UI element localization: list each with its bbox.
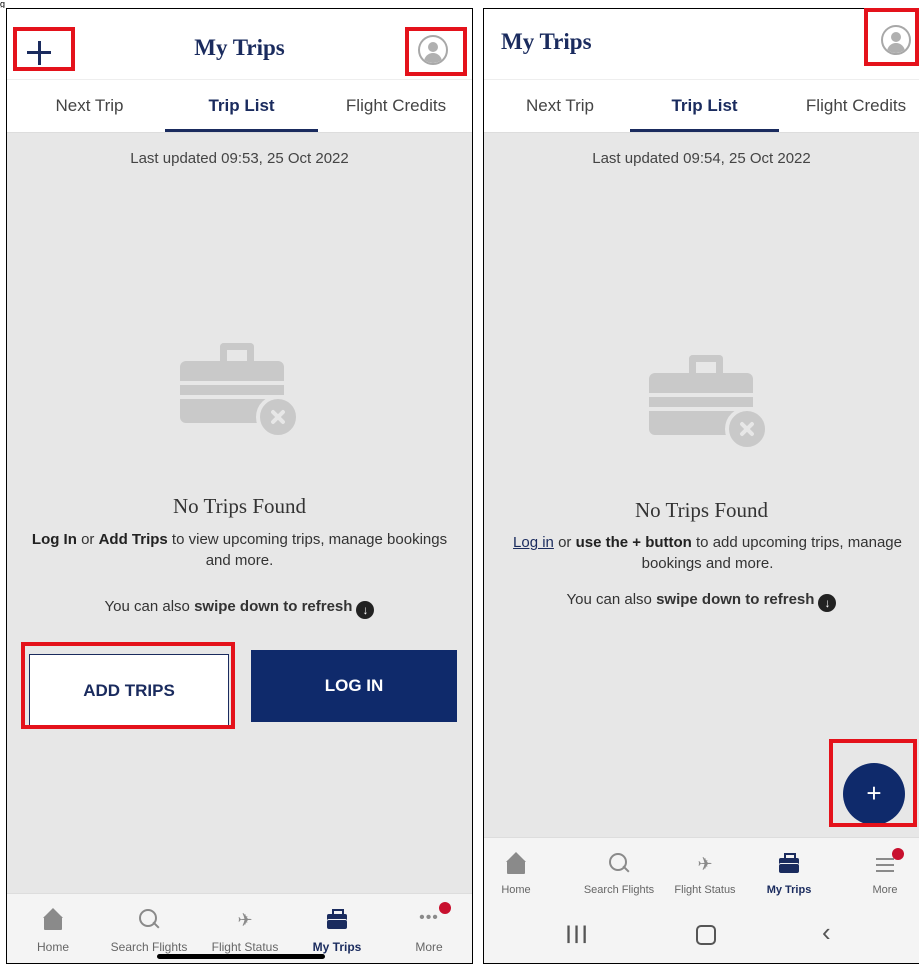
more-dots-icon: ••• — [419, 909, 439, 926]
empty-message: Log in or use the + button to add upcomi… — [508, 532, 907, 574]
nav-search-flights[interactable]: Search Flights — [111, 894, 187, 963]
luggage-x-icon — [649, 355, 773, 451]
nav-more[interactable]: ••• More — [403, 894, 455, 963]
flight-status-icon: ✈ — [237, 910, 253, 930]
nav-label: More — [415, 940, 443, 954]
swipe-bold: swipe down to refresh — [194, 598, 353, 615]
nav-label: My Trips — [766, 884, 812, 896]
tab-flight-credits[interactable]: Flight Credits — [788, 80, 919, 132]
tab-trip-list[interactable]: Trip List — [630, 80, 779, 132]
tab-flight-credits[interactable]: Flight Credits — [318, 80, 472, 132]
nav-label: Flight Status — [674, 884, 736, 896]
page-title: My Trips — [501, 29, 592, 54]
nav-label: Home — [501, 884, 531, 896]
nav-flight-status[interactable]: ✈ Flight Status — [212, 894, 279, 963]
tab-label: Next Trip — [525, 96, 595, 115]
login-link[interactable]: Log In — [32, 531, 77, 548]
swipe-hint: You can also swipe down to refresh ↓ — [7, 598, 472, 619]
swipe-hint: You can also swipe down to refresh ↓ — [484, 591, 919, 612]
empty-title: No Trips Found — [172, 494, 307, 518]
search-icon — [137, 908, 161, 932]
header: My Trips — [7, 9, 472, 79]
add-trips-button[interactable]: ADD TRIPS — [29, 654, 229, 726]
use-plus-text: use the + button — [575, 534, 692, 551]
refresh-down-icon: ↓ — [356, 601, 375, 619]
flight-status-icon: ✈ — [697, 854, 713, 874]
add-trip-fab[interactable]: + — [843, 763, 905, 825]
empty-message: Log In or Add Trips to view upcoming tri… — [25, 529, 454, 571]
trip-list-content: Last updated 09:53, 25 Oct 2022 No Trips… — [7, 133, 472, 893]
luggage-x-icon — [180, 343, 304, 439]
notification-badge — [439, 902, 451, 914]
tab-label: Next Trip — [55, 96, 124, 115]
refresh-down-icon: ↓ — [818, 594, 837, 612]
nav-label: More — [872, 884, 898, 896]
tab-bar: Next Trip Trip List Flight Credits — [484, 79, 919, 133]
tab-underline — [630, 129, 779, 132]
bottom-nav: Home Search Flights ✈ Flight Status My Tr… — [7, 893, 472, 963]
recent-apps-icon[interactable]: ||| — [566, 923, 590, 944]
home-icon — [504, 852, 528, 876]
nav-home[interactable]: Home — [496, 838, 536, 907]
nav-label: Home — [36, 940, 69, 954]
login-link[interactable]: Log in — [513, 534, 554, 551]
figure-label: g — [0, 0, 6, 8]
nav-label: Flight Status — [211, 940, 279, 954]
swipe-prefix: You can also — [566, 591, 657, 608]
page-title: My Trips — [194, 35, 285, 60]
empty-title: No Trips Found — [634, 498, 769, 522]
nav-search-flights[interactable]: Search Flights — [584, 838, 654, 907]
nav-flight-status[interactable]: ✈ Flight Status — [674, 838, 736, 907]
system-nav-bar: ||| ‹ — [484, 907, 919, 963]
tab-next-trip[interactable]: Next Trip — [484, 80, 636, 132]
bottom-nav: Home Search Flights ✈ Flight Status My Tr… — [484, 837, 919, 907]
right-screen: My Trips Next Trip Trip List Flight Cred… — [483, 8, 919, 964]
trip-list-content: Last updated 09:54, 25 Oct 2022 No Trips… — [484, 133, 919, 837]
suitcase-icon — [777, 852, 801, 876]
system-home-icon[interactable] — [696, 925, 716, 945]
message-text: or — [553, 534, 576, 551]
message-text: or — [76, 531, 99, 548]
home-indicator — [157, 954, 325, 959]
swipe-bold: swipe down to refresh — [656, 591, 815, 608]
header: My Trips — [484, 9, 919, 79]
nav-label: My Trips — [312, 940, 362, 954]
home-icon — [41, 908, 65, 932]
tab-underline — [165, 129, 318, 132]
nav-my-trips[interactable]: My Trips — [307, 894, 367, 963]
suitcase-icon — [325, 908, 349, 932]
tab-label: Trip List — [208, 96, 275, 115]
login-button[interactable]: LOG IN — [251, 650, 457, 722]
swipe-prefix: You can also — [104, 598, 195, 615]
tab-label: Trip List — [671, 96, 738, 115]
back-icon[interactable]: ‹ — [822, 917, 831, 948]
tab-label: Flight Credits — [805, 96, 907, 115]
profile-icon[interactable] — [418, 35, 448, 65]
notification-badge — [892, 848, 904, 860]
add-trips-link[interactable]: Add Trips — [99, 531, 168, 548]
tab-label: Flight Credits — [345, 96, 447, 115]
nav-label: Search Flights — [110, 940, 188, 954]
message-text: to view upcoming trips, manage bookings … — [167, 531, 448, 569]
tab-bar: Next Trip Trip List Flight Credits — [7, 79, 472, 133]
tab-trip-list[interactable]: Trip List — [165, 80, 318, 132]
search-icon — [607, 852, 631, 876]
nav-my-trips[interactable]: My Trips — [764, 838, 814, 907]
profile-icon[interactable] — [881, 25, 911, 55]
last-updated: Last updated 09:53, 25 Oct 2022 — [130, 150, 349, 167]
nav-home[interactable]: Home — [29, 894, 77, 963]
left-screen: My Trips Next Trip Trip List Flight Cred… — [6, 8, 473, 964]
last-updated: Last updated 09:54, 25 Oct 2022 — [592, 150, 811, 167]
nav-more[interactable]: More — [862, 838, 908, 907]
tab-next-trip[interactable]: Next Trip — [7, 80, 172, 132]
